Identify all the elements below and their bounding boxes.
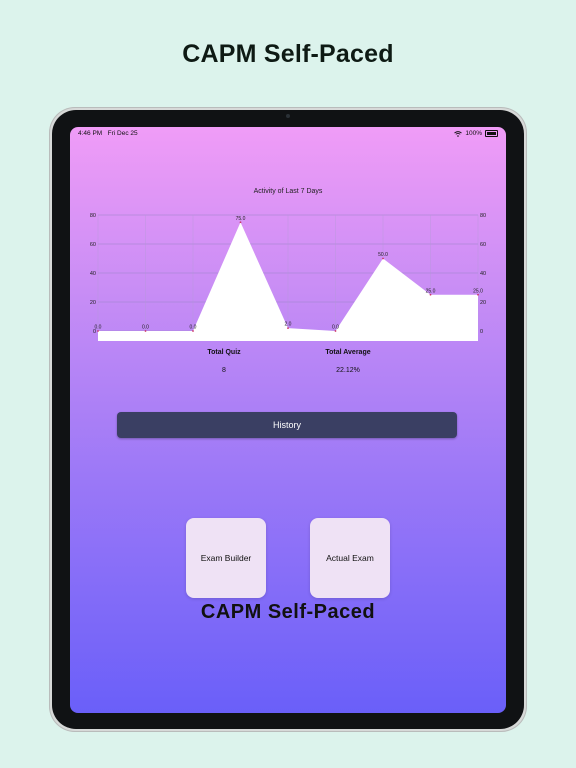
y-tick-label-right: 40 bbox=[480, 271, 486, 277]
activity-chart: 0 020 2040 4060 6080 800.0 0.0 0.075.02.0 0.050.… bbox=[90, 213, 486, 341]
data-label: 25.0 bbox=[473, 288, 483, 294]
data-label: 0.0 bbox=[332, 325, 339, 331]
total-quiz-label: Total Quiz bbox=[207, 349, 241, 356]
history-button[interactable]: History bbox=[117, 412, 457, 438]
data-label: 25.0 bbox=[426, 288, 436, 294]
promo-title: CAPM Self-Paced bbox=[182, 40, 394, 68]
y-tick-label-right: 20 bbox=[480, 300, 486, 306]
data-label: 50.0 bbox=[378, 252, 388, 258]
camera-icon bbox=[286, 114, 290, 118]
y-tick-label-left: 80 bbox=[90, 213, 96, 219]
actual-exam-button[interactable]: Actual Exam bbox=[310, 518, 390, 598]
data-label: 0.0 bbox=[190, 325, 197, 331]
y-tick-label-left: 20 bbox=[90, 300, 96, 306]
actual-exam-label: Actual Exam bbox=[326, 553, 374, 563]
y-tick-label-right: 80 bbox=[480, 213, 486, 219]
data-label: 75.0 bbox=[236, 216, 246, 222]
total-average-label: Total Average bbox=[325, 349, 371, 356]
y-tick-label-right: 60 bbox=[480, 242, 486, 248]
data-label: 0.0 bbox=[142, 325, 149, 331]
exam-builder-button[interactable]: Exam Builder bbox=[186, 518, 266, 598]
y-tick-label-left: 40 bbox=[90, 271, 96, 277]
y-tick-label-left: 60 bbox=[90, 242, 96, 248]
data-label: 2.0 bbox=[285, 322, 292, 328]
total-average-value: 22.12% bbox=[336, 367, 360, 374]
total-quiz-value: 8 bbox=[222, 367, 226, 374]
data-label: 0.0 bbox=[95, 325, 102, 331]
exam-builder-label: Exam Builder bbox=[200, 553, 252, 563]
app-screen: 4:46 PM Fri Dec 25 100% Activity of Last… bbox=[70, 127, 506, 713]
y-tick-label-right: 0 bbox=[480, 329, 483, 335]
app-name: CAPM Self-Paced bbox=[200, 601, 376, 623]
